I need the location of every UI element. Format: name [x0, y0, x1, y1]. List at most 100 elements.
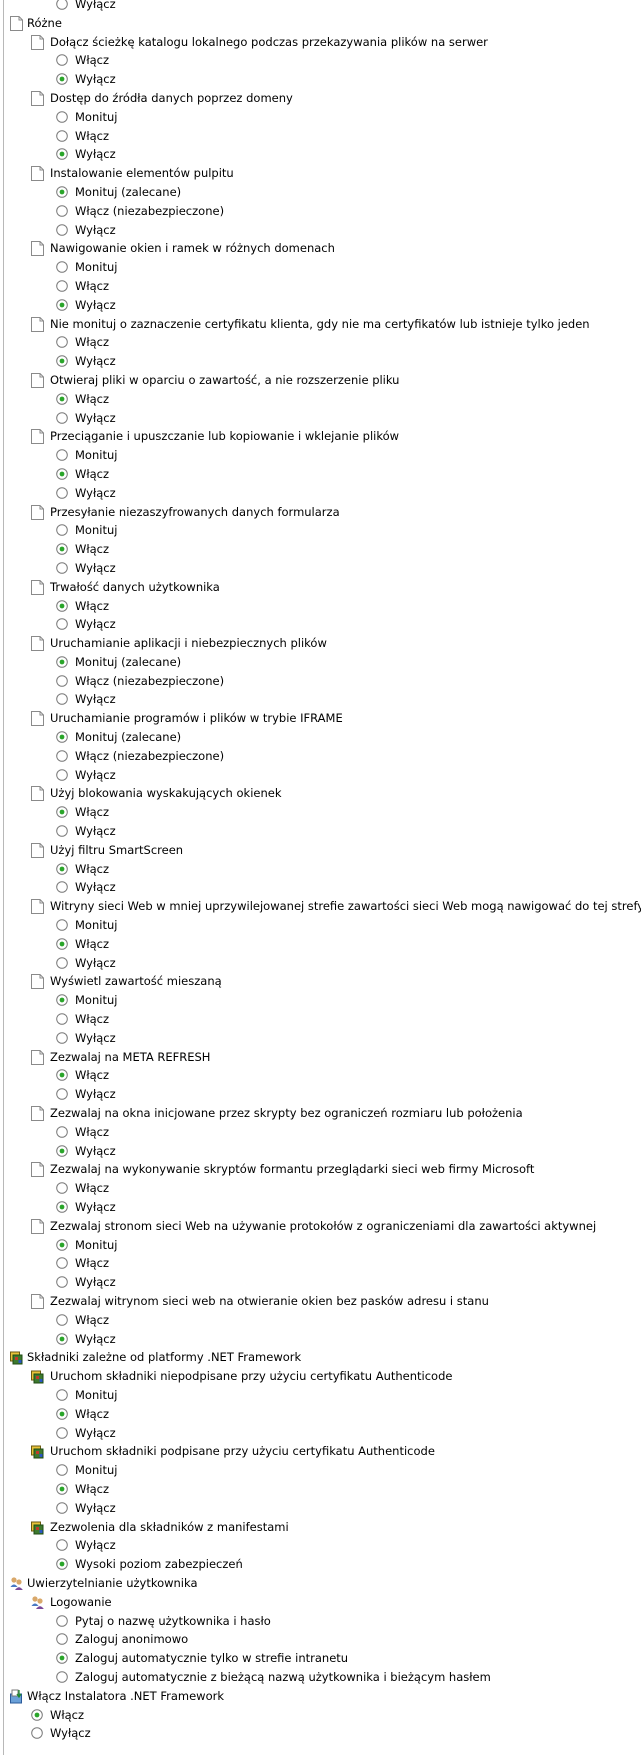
- radio-option[interactable]: Włącz: [0, 333, 641, 352]
- tree-category[interactable]: Składniki zależne od platformy .NET Fram…: [0, 1348, 641, 1367]
- radio-option[interactable]: Wyłącz: [0, 1273, 641, 1292]
- radio-button[interactable]: [56, 449, 68, 461]
- tree-policy[interactable]: Użyj filtru SmartScreen: [0, 841, 641, 860]
- radio-option[interactable]: Monituj: [0, 108, 641, 127]
- radio-button-checked[interactable]: [56, 656, 68, 668]
- radio-option-selected[interactable]: Wyłącz: [0, 1330, 641, 1349]
- radio-button[interactable]: [31, 1727, 43, 1740]
- radio-button-checked[interactable]: [56, 599, 68, 612]
- radio-option-selected[interactable]: Wyłącz: [0, 352, 641, 371]
- tree-policy[interactable]: Witryny sieci Web w mniej uprzywilejowan…: [0, 897, 641, 916]
- tree-policy[interactable]: Zezwolenia dla składników z manifestami: [0, 1518, 641, 1537]
- tree-policy[interactable]: Zezwalaj stronom sieci Web na używanie p…: [0, 1217, 641, 1236]
- radio-button-checked[interactable]: [56, 994, 68, 1007]
- radio-option[interactable]: Monituj: [0, 916, 641, 935]
- radio-button[interactable]: [56, 129, 68, 142]
- radio-button-checked[interactable]: [31, 1708, 43, 1721]
- tree-policy[interactable]: Trwałość danych użytkownika: [0, 578, 641, 597]
- radio-option[interactable]: Włącz: [0, 1254, 641, 1273]
- radio-button[interactable]: [56, 336, 68, 349]
- radio-button[interactable]: [56, 1126, 68, 1138]
- tree-category[interactable]: Włącz Instalatora .NET Framework: [0, 1687, 641, 1706]
- radio-option-selected[interactable]: Włącz: [0, 1405, 641, 1424]
- radio-button-checked[interactable]: [56, 298, 68, 311]
- radio-button-checked[interactable]: [56, 468, 68, 480]
- radio-button[interactable]: [56, 223, 68, 236]
- tree-category[interactable]: Różne: [0, 14, 641, 33]
- radio-button[interactable]: [56, 750, 68, 762]
- tree-policy[interactable]: Użyj blokowania wyskakujących okienek: [0, 784, 641, 803]
- radio-button-checked[interactable]: [56, 1144, 68, 1157]
- radio-option[interactable]: Włącz: [0, 1179, 641, 1198]
- radio-button-checked[interactable]: [56, 73, 68, 85]
- radio-button[interactable]: [56, 1313, 68, 1326]
- radio-button[interactable]: [56, 825, 68, 837]
- radio-button[interactable]: [56, 768, 68, 781]
- radio-option[interactable]: Wyłącz: [0, 954, 641, 973]
- radio-option[interactable]: Wyłącz: [0, 878, 641, 897]
- radio-option[interactable]: Włącz (niezabezpieczone): [0, 747, 641, 766]
- radio-button-checked[interactable]: [56, 1238, 68, 1251]
- radio-button[interactable]: [56, 1032, 68, 1044]
- radio-option-selected[interactable]: Włącz: [0, 1706, 641, 1725]
- radio-option-selected[interactable]: Włącz: [0, 860, 641, 879]
- radio-button[interactable]: [56, 956, 68, 969]
- radio-button[interactable]: [56, 110, 68, 123]
- radio-button-checked[interactable]: [56, 1652, 68, 1664]
- radio-option-selected[interactable]: Włącz: [0, 803, 641, 822]
- radio-option[interactable]: Włącz: [0, 1010, 641, 1029]
- tree-policy[interactable]: Zezwalaj na META REFRESH: [0, 1048, 641, 1067]
- radio-option[interactable]: Pytaj o nazwę użytkownika i hasło: [0, 1612, 641, 1631]
- tree-policy[interactable]: Zezwalaj na okna inicjowane przez skrypt…: [0, 1104, 641, 1123]
- tree-policy[interactable]: Otwieraj pliki w oparciu o zawartość, a …: [0, 371, 641, 390]
- radio-button-checked[interactable]: [56, 1407, 68, 1420]
- radio-option[interactable]: Wyłącz: [0, 1724, 641, 1743]
- radio-button-checked[interactable]: [56, 1332, 68, 1345]
- radio-option-selected[interactable]: Wyłącz: [0, 70, 641, 89]
- radio-button[interactable]: [56, 1671, 68, 1683]
- tree-policy[interactable]: Dostęp do źródła danych poprzez domeny: [0, 89, 641, 108]
- radio-option[interactable]: Wyłącz: [0, 0, 641, 14]
- radio-button[interactable]: [56, 1464, 68, 1476]
- tree-policy[interactable]: Wyświetl zawartość mieszaną: [0, 972, 641, 991]
- radio-option-selected[interactable]: Monituj: [0, 991, 641, 1010]
- radio-option[interactable]: Wyłącz: [0, 484, 641, 503]
- radio-button[interactable]: [56, 486, 68, 499]
- radio-option[interactable]: Włącz: [0, 127, 641, 146]
- tree-policy[interactable]: Zezwalaj witrynom sieci web na otwierani…: [0, 1292, 641, 1311]
- radio-button[interactable]: [56, 1614, 68, 1627]
- radio-option-selected[interactable]: Włącz: [0, 935, 641, 954]
- radio-button[interactable]: [56, 261, 68, 273]
- radio-button-checked[interactable]: [56, 806, 68, 819]
- radio-option-selected[interactable]: Włącz: [0, 540, 641, 559]
- radio-option[interactable]: Włącz: [0, 51, 641, 70]
- radio-option-selected[interactable]: Wyłącz: [0, 296, 641, 315]
- radio-button[interactable]: [56, 1426, 68, 1439]
- radio-option[interactable]: Monituj: [0, 258, 641, 277]
- radio-option[interactable]: Monituj: [0, 521, 641, 540]
- radio-button[interactable]: [56, 1257, 68, 1270]
- radio-button[interactable]: [56, 562, 68, 574]
- radio-option-selected[interactable]: Zaloguj automatycznie tylko w strefie in…: [0, 1649, 641, 1668]
- tree-policy[interactable]: Uruchamianie aplikacji i niebezpiecznych…: [0, 634, 641, 653]
- tree-category[interactable]: Uwierzytelnianie użytkownika: [0, 1574, 641, 1593]
- tree-policy[interactable]: Uruchom składniki podpisane przy użyciu …: [0, 1442, 641, 1461]
- radio-button-checked[interactable]: [56, 1483, 68, 1495]
- radio-button[interactable]: [56, 1539, 68, 1552]
- radio-button[interactable]: [56, 919, 68, 931]
- radio-option[interactable]: Wyłącz: [0, 1499, 641, 1518]
- radio-button[interactable]: [56, 881, 68, 894]
- radio-button[interactable]: [56, 1633, 68, 1646]
- radio-option[interactable]: Wyłącz: [0, 822, 641, 841]
- tree-policy[interactable]: Nie monituj o zaznaczenie certyfikatu kl…: [0, 315, 641, 334]
- tree-policy[interactable]: Zezwalaj na wykonywanie skryptów formant…: [0, 1160, 641, 1179]
- tree-policy[interactable]: Nawigowanie okien i ramek w różnych dome…: [0, 239, 641, 258]
- radio-option-selected[interactable]: Wysoki poziom zabezpieczeń: [0, 1555, 641, 1574]
- radio-button-checked[interactable]: [56, 392, 68, 405]
- radio-button[interactable]: [56, 204, 68, 217]
- radio-button-checked[interactable]: [56, 1558, 68, 1570]
- radio-button-checked[interactable]: [56, 1201, 68, 1213]
- radio-button-checked[interactable]: [56, 355, 68, 367]
- radio-option[interactable]: Zaloguj automatycznie z bieżącą nazwą uż…: [0, 1668, 641, 1687]
- radio-option-selected[interactable]: Wyłącz: [0, 1142, 641, 1161]
